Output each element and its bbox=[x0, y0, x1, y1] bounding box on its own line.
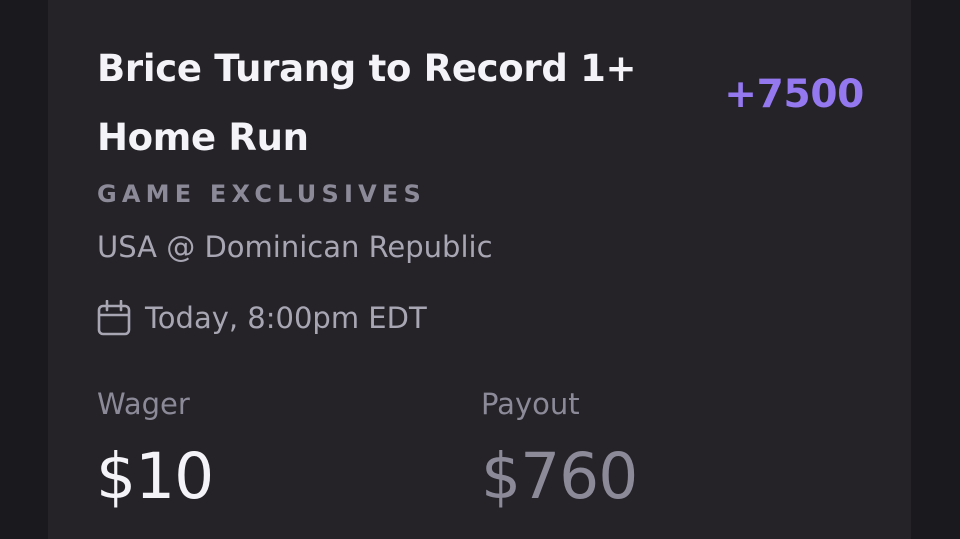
bet-title: Brice Turang to Record 1+ Home Run bbox=[97, 47, 637, 159]
odds-value: +7500 bbox=[724, 72, 864, 117]
wager-label: Wager bbox=[97, 387, 190, 421]
payout-amount: $760 bbox=[481, 440, 638, 513]
matchup-text: USA @ Dominican Republic bbox=[97, 230, 493, 264]
category-label: GAME EXCLUSIVES bbox=[97, 180, 426, 208]
event-date: Today, 8:00pm EDT bbox=[145, 301, 427, 335]
event-date-row: Today, 8:00pm EDT bbox=[97, 300, 427, 336]
calendar-icon bbox=[97, 300, 131, 336]
wager-amount: $10 bbox=[96, 440, 214, 513]
screen: Brice Turang to Record 1+ Home Run +7500… bbox=[0, 0, 960, 539]
payout-label: Payout bbox=[481, 387, 580, 421]
